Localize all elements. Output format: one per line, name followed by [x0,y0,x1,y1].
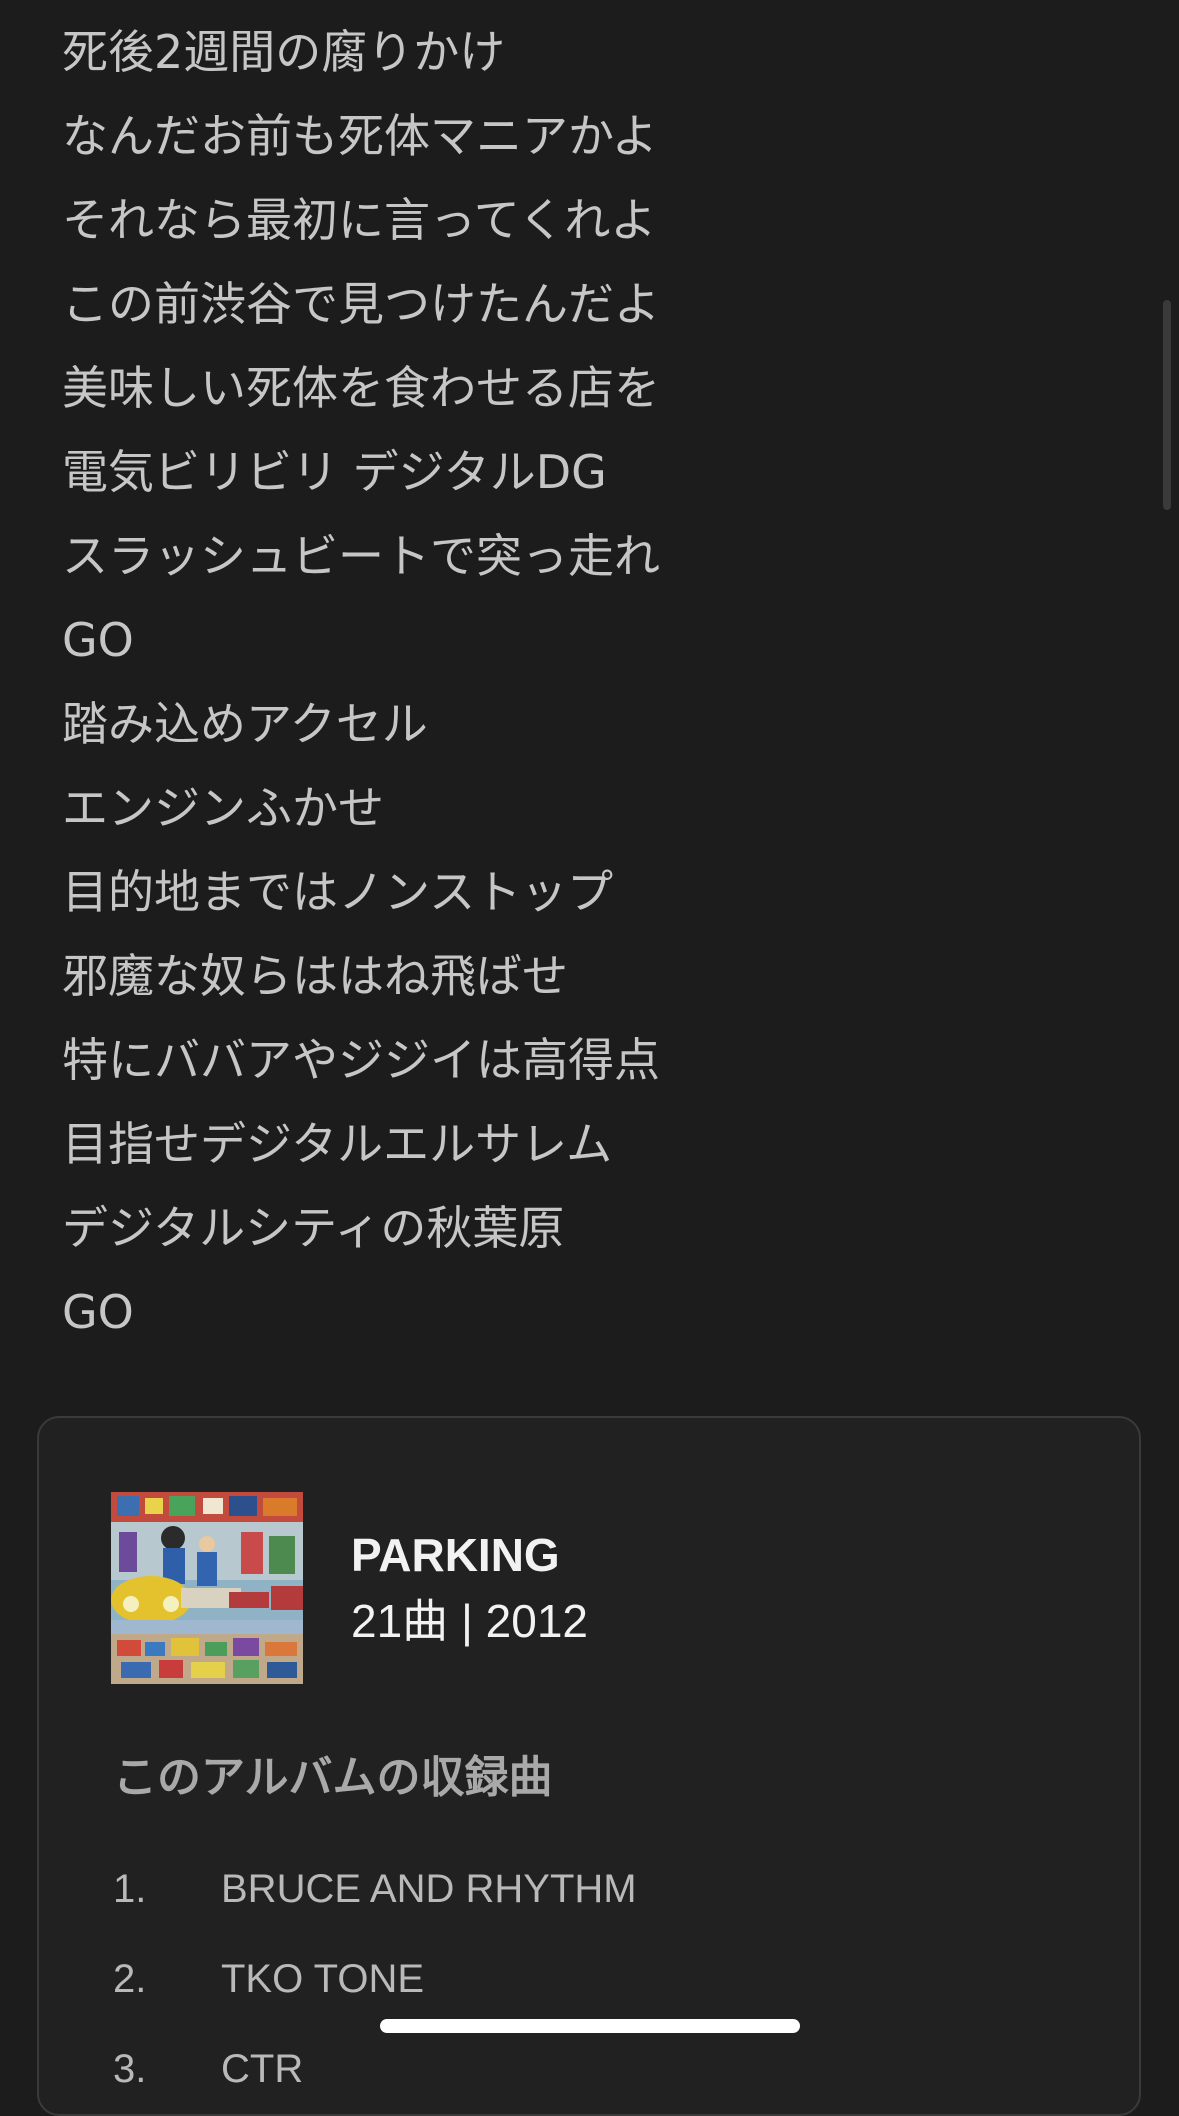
lyric-line: 邪魔な奴らははね飛ばせ [62,949,568,1003]
lyric-line: なんだお前も死体マニアかよ [62,109,658,163]
track-item[interactable]: 1. BRUCE AND RHYTHM [113,1844,1073,1934]
track-title: BRUCE AND RHYTHM [221,1867,637,1911]
lyric-line: 特にババアやジジイは高得点 [62,1033,660,1087]
album-info: PARKING 21曲 | 2012 [351,1522,588,1654]
lyric-line: 美味しい死体を食わせる店を [62,361,660,415]
album-card[interactable]: PARKING 21曲 | 2012 このアルバムの収録曲 1. BRUCE A… [37,1416,1141,2116]
album-cover-art-icon [111,1492,303,1684]
track-title: TKO TONE [221,1957,425,2001]
lyric-line: 踏み込めアクセル [62,697,428,751]
album-header[interactable]: PARKING 21曲 | 2012 [111,1492,588,1684]
home-indicator[interactable] [380,2019,800,2033]
lyric-line: GO [62,613,134,667]
tracklist-heading: このアルバムの収録曲 [113,1752,553,1803]
lyric-line: 電気ビリビリ デジタルDG [62,445,607,499]
scroll-indicator[interactable] [1163,300,1171,510]
lyric-line: スラッシュビートで突っ走れ [62,529,660,583]
lyric-line: 目的地まではノンストップ [62,865,614,919]
track-item[interactable]: 3. CTR [113,2024,1073,2114]
lyric-line: GO [62,1285,134,1339]
track-number: 1. [113,1867,147,1911]
tracklist: 1. BRUCE AND RHYTHM 2. TKO TONE 3. CTR [113,1844,1073,2114]
track-item[interactable]: 2. TKO TONE [113,1934,1073,2024]
lyric-line: エンジンふかせ [62,781,384,835]
lyric-line: それなら最初に言ってくれよ [62,193,657,247]
lyric-line: デジタルシティの秋葉原 [62,1201,565,1255]
lyric-line: 目指せデジタルエルサレム [62,1117,613,1171]
track-number: 3. [113,2047,147,2091]
track-title: CTR [221,2047,304,2091]
album-title[interactable]: PARKING [351,1522,588,1588]
album-cover-image[interactable] [111,1492,303,1684]
album-meta: 21曲 | 2012 [351,1595,589,1647]
track-number: 2. [113,1957,147,2001]
lyric-line: 死後2週間の腐りかけ [62,25,506,79]
lyric-line: この前渋谷で見つけたんだよ [62,277,660,331]
lyrics-list: 死後2週間の腐りかけ なんだお前も死体マニアかよ それなら最初に言ってくれよ こ… [62,10,1122,1354]
